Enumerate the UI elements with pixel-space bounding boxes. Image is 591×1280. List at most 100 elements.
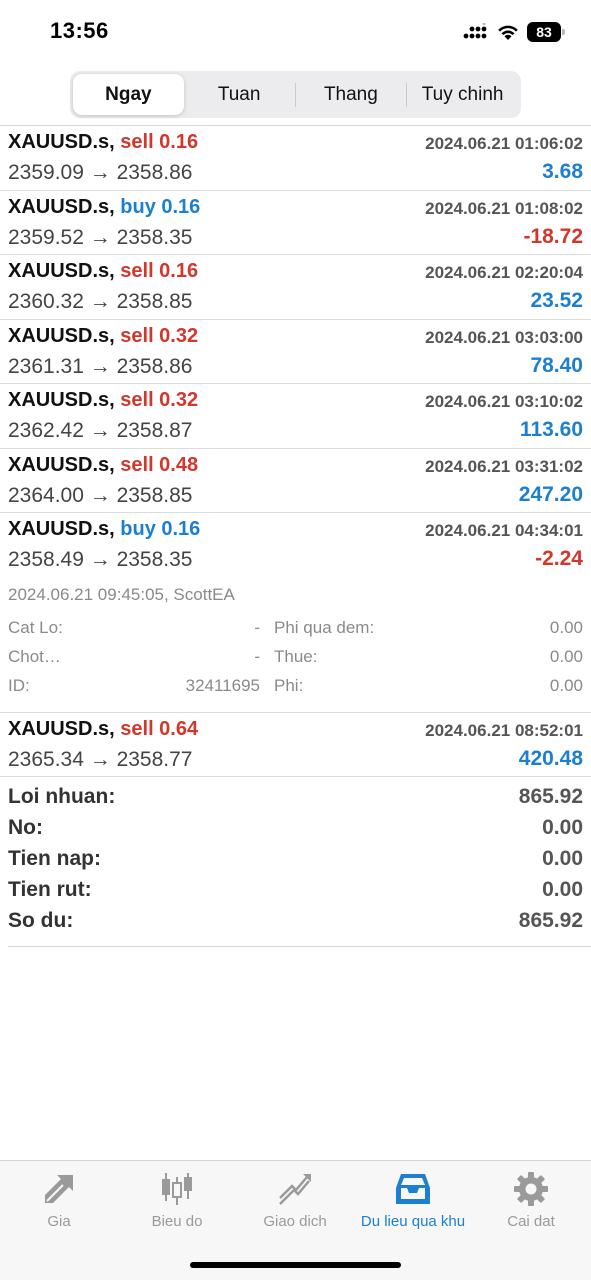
trade-prices: 2358.49 → 2358.35 (8, 548, 193, 571)
summary-value: 0.00 (542, 816, 583, 839)
summary-label: No: (8, 816, 43, 839)
summary-label: Tien nap: (8, 847, 101, 870)
trade-side: sell 0.16 (120, 260, 199, 282)
summary-label: Loi nhuan: (8, 785, 116, 808)
trade-time: 2024.06.21 03:31:02 (425, 456, 583, 476)
status-bar: 13:56 83 (0, 0, 591, 62)
trade-history-list: XAUUSD.s, sell 0.16 2024.06.21 01:06:02 … (0, 126, 591, 777)
trade-profit: 247.20 (518, 482, 583, 506)
battery-level: 83 (536, 24, 552, 40)
trade-prices: 2361.31 → 2358.86 (8, 354, 193, 378)
trade-time: 2024.06.21 03:10:02 (425, 392, 583, 411)
summary-withdrawal-row: Tien rut: 0.00 (0, 876, 591, 907)
trade-prices: 2359.09 → 2358.86 (8, 161, 193, 184)
quotes-arrows-icon (45, 1175, 73, 1203)
cellular-signal-icon (463, 23, 487, 39)
trade-symbol-line: XAUUSD.s, sell 0.16 (8, 131, 198, 154)
trade-profit: 3.68 (542, 160, 583, 183)
trade-symbol: XAUUSD.s, (8, 324, 115, 347)
history-tray-icon (396, 1174, 430, 1204)
trade-row[interactable]: XAUUSD.s, sell 0.64 2024.06.21 08:52:01 … (0, 713, 591, 777)
trade-symbol: XAUUSD.s, (8, 518, 115, 540)
tab-quotes[interactable]: Gia (0, 1161, 118, 1241)
trade-side: buy 0.16 (120, 518, 201, 540)
summary-balance-row: So du: 865.92 (0, 907, 591, 938)
battery-tip (562, 29, 565, 35)
tab-day[interactable]: Ngay (73, 74, 184, 115)
trade-profit: -2.24 (535, 547, 583, 570)
summary-value: 865.92 (518, 909, 583, 932)
divider (8, 946, 591, 947)
tab-week[interactable]: Tuan (184, 74, 295, 115)
swap-label: Phi qua dem: (274, 617, 375, 637)
trade-row-expanded[interactable]: XAUUSD.s, buy 0.16 2024.06.21 04:34:01 2… (0, 513, 591, 578)
tab-label: Cai dat (507, 1213, 555, 1230)
fee-label: Phi: (274, 675, 304, 695)
details-row: Cat Lo: - Phi qua dem: 0.00 (0, 618, 591, 642)
stop-loss-value: - (254, 617, 260, 637)
trade-symbol: XAUUSD.s, (8, 717, 115, 740)
trade-prices: 2362.42 → 2358.87 (8, 419, 193, 442)
take-profit-label: Chot… (8, 646, 61, 666)
trade-row[interactable]: XAUUSD.s, sell 0.16 2024.06.21 01:06:02 … (0, 126, 591, 191)
tab-label: Giao dich (263, 1213, 327, 1230)
tab-label: Du lieu qua khu (360, 1213, 466, 1230)
details-row: Chot… - Thue: 0.00 (0, 647, 591, 671)
battery-indicator: 83 (527, 22, 565, 42)
trade-time: 2024.06.21 01:06:02 (425, 134, 583, 153)
id-value: 32411695 (185, 675, 260, 695)
trade-profit: -18.72 (523, 224, 583, 248)
trade-symbol-line: XAUUSD.s, sell 0.32 (8, 325, 198, 348)
trade-profit: 113.60 (519, 418, 583, 441)
trade-row[interactable]: XAUUSD.s, sell 0.32 2024.06.21 03:10:02 … (0, 384, 591, 449)
summary-value: 0.00 (542, 847, 583, 870)
trade-prices: 2365.34 → 2358.77 (8, 747, 193, 771)
tab-settings[interactable]: Cai dat (472, 1161, 590, 1241)
trade-profit: 78.40 (530, 353, 583, 377)
summary-label: Tien rut: (8, 878, 92, 901)
summary-profit-row: Loi nhuan: 865.92 (0, 783, 591, 814)
trade-side: sell 0.48 (120, 453, 199, 476)
details-header: 2024.06.21 09:45:05, ScottEA (8, 584, 235, 604)
trade-row[interactable]: XAUUSD.s, sell 0.32 2024.06.21 03:03:00 … (0, 320, 591, 384)
id-label: ID: (8, 675, 30, 695)
trade-row[interactable]: XAUUSD.s, sell 0.48 2024.06.21 03:31:02 … (0, 449, 591, 513)
summary-deposit-row: Tien nap: 0.00 (0, 845, 591, 876)
status-time: 13:56 (50, 18, 109, 43)
tab-history[interactable]: Du lieu qua khu (354, 1161, 472, 1241)
tab-custom[interactable]: Tuy chinh (407, 74, 518, 115)
trade-symbol-line: XAUUSD.s, buy 0.16 (8, 518, 200, 541)
gear-icon (514, 1172, 548, 1206)
trade-time: 2024.06.21 02:20:04 (425, 263, 583, 282)
tax-label: Thue: (274, 646, 318, 666)
swap-value: 0.00 (549, 617, 583, 637)
tab-label: Bieu do (151, 1213, 203, 1230)
summary-credit-row: No: 0.00 (0, 814, 591, 845)
tab-chart[interactable]: Bieu do (118, 1161, 236, 1241)
trade-time: 2024.06.21 04:34:01 (425, 521, 583, 540)
trade-profit: 420.48 (518, 746, 583, 770)
home-indicator (190, 1262, 401, 1268)
trade-side: sell 0.16 (120, 131, 199, 153)
trade-side: buy 0.16 (120, 195, 201, 218)
trade-side: sell 0.64 (120, 717, 199, 740)
fee-value: 0.00 (549, 675, 583, 695)
trade-symbol: XAUUSD.s, (8, 453, 115, 476)
trade-time: 2024.06.21 08:52:01 (425, 720, 583, 740)
trade-row[interactable]: XAUUSD.s, sell 0.16 2024.06.21 02:20:04 … (0, 255, 591, 320)
tab-trade[interactable]: Giao dich (236, 1161, 354, 1241)
trade-time: 2024.06.21 03:03:00 (425, 327, 583, 347)
trade-side: sell 0.32 (120, 324, 199, 347)
trade-row[interactable]: XAUUSD.s, buy 0.16 2024.06.21 01:08:02 2… (0, 191, 591, 255)
tab-month[interactable]: Thang (296, 74, 407, 115)
trade-symbol-line: XAUUSD.s, sell 0.48 (8, 454, 198, 477)
trade-time: 2024.06.21 01:08:02 (425, 198, 583, 218)
summary-section: Loi nhuan: 865.92 No: 0.00 Tien nap: 0.0… (0, 783, 591, 938)
candlestick-chart-icon (162, 1173, 192, 1205)
trade-symbol-line: XAUUSD.s, buy 0.16 (8, 196, 200, 219)
tab-label: Gia (47, 1213, 71, 1230)
tax-value: 0.00 (549, 646, 583, 666)
trade-details-panel: 2024.06.21 09:45:05, ScottEA Cat Lo: - P… (0, 578, 591, 713)
stop-loss-label: Cat Lo: (8, 617, 63, 637)
trade-symbol-line: XAUUSD.s, sell 0.32 (8, 389, 198, 412)
